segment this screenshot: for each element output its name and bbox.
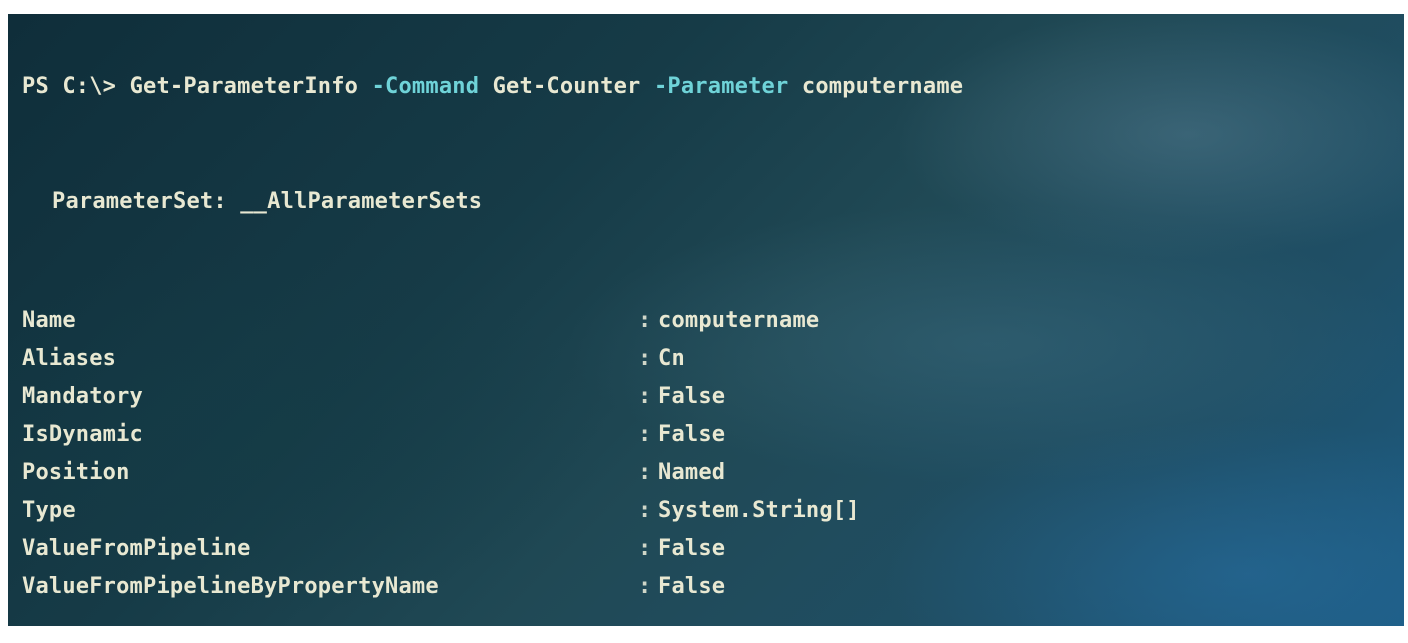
parameter-value: computername	[801, 74, 964, 99]
property-key: Type	[22, 498, 76, 523]
property-value: Named	[658, 460, 726, 485]
parameter-set-label: ParameterSet:	[52, 189, 241, 214]
property-value: False	[658, 536, 726, 561]
powershell-terminal[interactable]: PS C:\> Get-ParameterInfo -Command Get-C…	[8, 14, 1404, 626]
property-key: IsDynamic	[22, 422, 144, 447]
property-value: Cn	[658, 346, 685, 371]
property-value: False	[658, 574, 726, 599]
property-key: Mandatory	[22, 384, 144, 409]
property-row-type: Type: System.String[]	[22, 492, 860, 530]
property-value: computername	[658, 308, 820, 333]
parameter-flag: -Parameter	[653, 74, 789, 99]
property-value: False	[658, 384, 726, 409]
prompt: PS C:\>	[22, 74, 130, 99]
property-separator: :	[638, 536, 652, 561]
command-line: PS C:\> Get-ParameterInfo -Command Get-C…	[22, 74, 963, 99]
command-value: Get-Counter	[492, 74, 641, 99]
property-row-valuefrompipeline: ValueFromPipeline: False	[22, 530, 860, 568]
property-row-isdynamic: IsDynamic: False	[22, 416, 860, 454]
property-row-valuefrompipelinebypropertyname: ValueFromPipelineByPropertyName: False	[22, 568, 860, 606]
property-separator: :	[638, 422, 652, 447]
property-value: False	[658, 422, 726, 447]
property-value: System.String[]	[658, 498, 860, 523]
property-list: Name: computername Aliases: Cn Mandatory: F…	[22, 302, 860, 606]
property-row-name: Name: computername	[22, 302, 860, 340]
property-separator: :	[638, 384, 652, 409]
property-row-mandatory: Mandatory: False	[22, 378, 860, 416]
property-row-aliases: Aliases: Cn	[22, 340, 860, 378]
property-separator: :	[638, 460, 652, 485]
property-key: Position	[22, 460, 130, 485]
parameter-set-line: ParameterSet: __AllParameterSets	[52, 189, 482, 214]
property-separator: :	[638, 308, 652, 333]
property-separator: :	[638, 498, 652, 523]
property-key: Name	[22, 308, 76, 333]
property-row-position: Position: Named	[22, 454, 860, 492]
property-separator: :	[638, 574, 652, 599]
property-key: ValueFromPipelineByPropertyName	[22, 574, 439, 599]
command-name: Get-ParameterInfo	[129, 74, 359, 99]
property-separator: :	[638, 346, 652, 371]
command-flag: -Command	[371, 74, 480, 99]
screenshot-frame: PS C:\> Get-ParameterInfo -Command Get-C…	[0, 0, 1408, 643]
property-key: ValueFromPipeline	[22, 536, 251, 561]
property-key: Aliases	[22, 346, 117, 371]
parameter-set-value: __AllParameterSets	[240, 189, 483, 214]
